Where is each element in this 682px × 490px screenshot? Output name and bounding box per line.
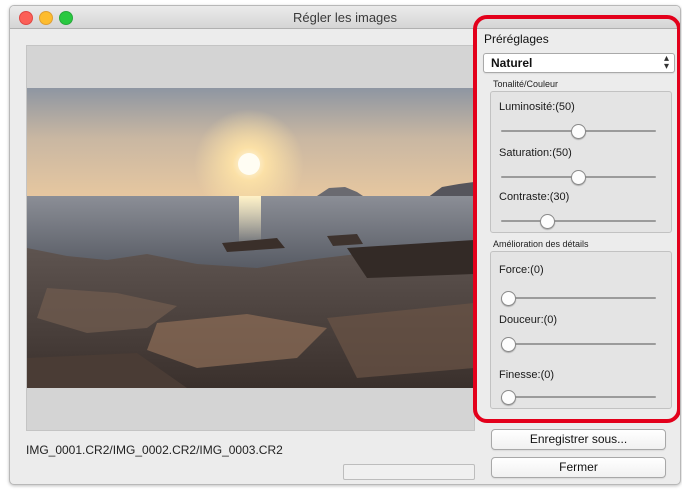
close-button[interactable]: Fermer [491,457,666,478]
saturation-label: Saturation:(50) [499,147,572,159]
preset-selected-value: Naturel [491,56,533,70]
softness-slider-track[interactable] [501,343,656,345]
select-arrows-icon: ▴ ▾ [663,53,669,72]
fineness-label: Finesse:(0) [499,369,555,381]
softness-slider-knob[interactable] [501,337,516,352]
brightness-slider-knob[interactable] [571,124,586,139]
tone-group: Luminosité:(50) Saturation:(50) Contrast… [490,91,672,233]
strength-label: Force:(0) [499,264,544,276]
fineness-slider-track[interactable] [501,396,656,398]
strength-slider-knob[interactable] [501,291,516,306]
progress-bar [343,464,475,480]
tone-group-label: Tonalité/Couleur [493,79,559,89]
save-as-button[interactable]: Enregistrer sous... [491,429,666,450]
sunset-photo-preview [27,88,474,388]
brightness-label: Luminosité:(50) [499,101,575,113]
adjust-images-window: Régler les images IMG_0001.CR2/IMG_0002.… [9,5,681,485]
fineness-slider-knob[interactable] [501,390,516,405]
saturation-slider-knob[interactable] [571,170,586,185]
preset-select[interactable]: Naturel ▴ ▾ [483,53,675,73]
softness-label: Douceur:(0) [499,314,558,326]
contrast-slider-track[interactable] [501,220,656,222]
presets-label: Préréglages [484,32,549,46]
strength-slider-track[interactable] [501,297,656,299]
detail-group: Force:(0) Douceur:(0) Finesse:(0) [490,251,672,409]
contrast-label: Contraste:(30) [499,191,570,203]
image-preview-area [26,45,475,431]
detail-group-label: Amélioration des détails [493,239,589,249]
file-list-label: IMG_0001.CR2/IMG_0002.CR2/IMG_0003.CR2 [26,443,283,457]
contrast-slider-knob[interactable] [540,214,555,229]
